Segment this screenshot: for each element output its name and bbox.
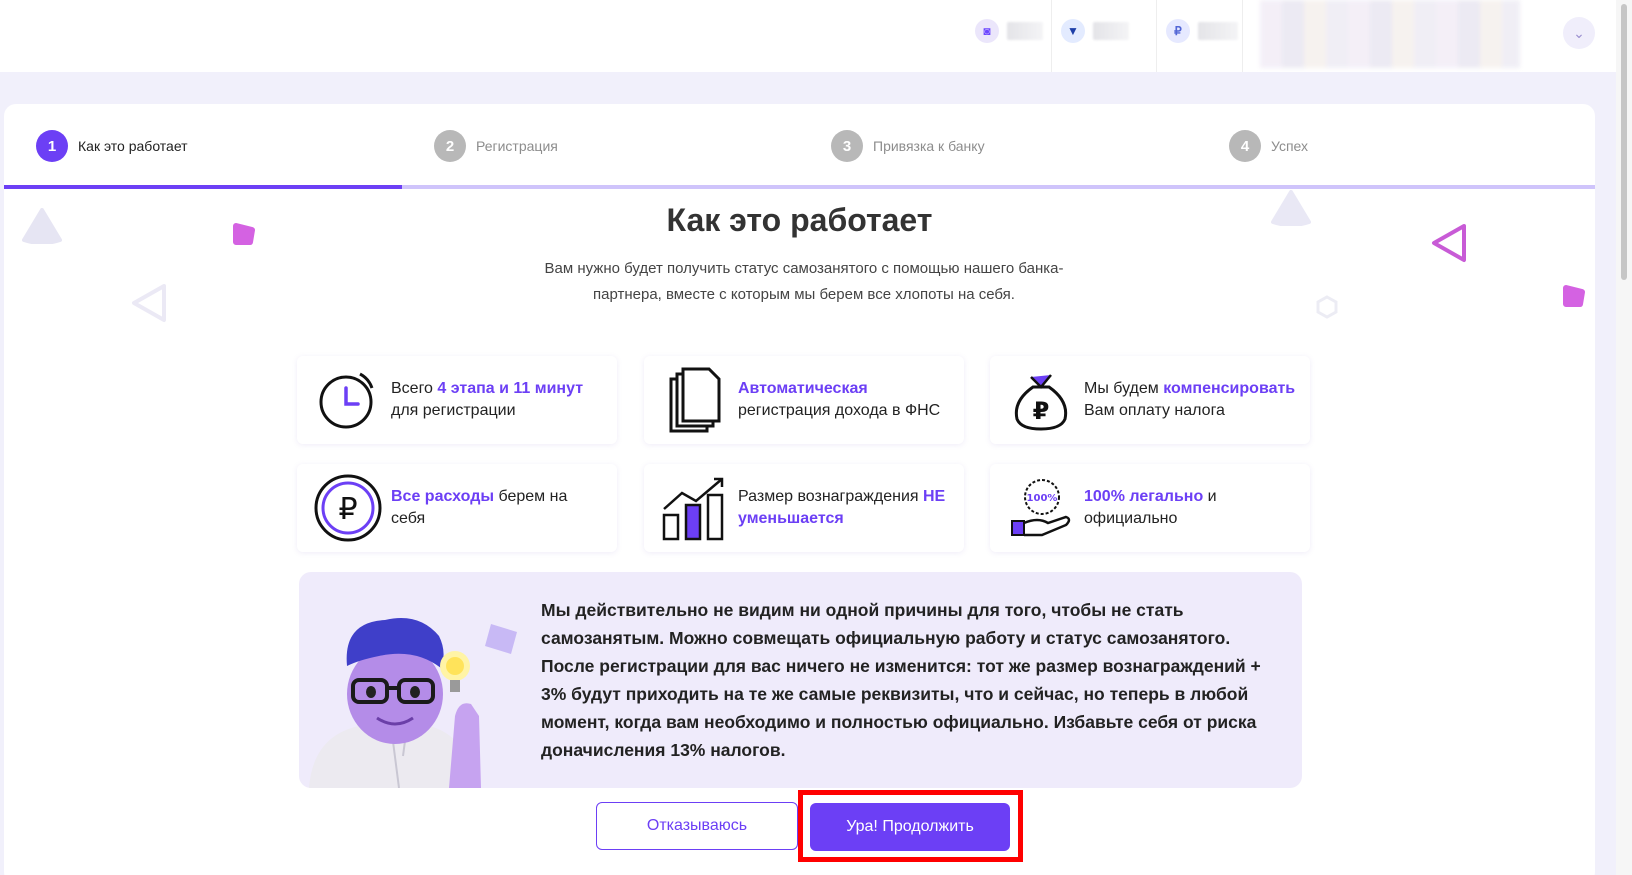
- progress-fill: [4, 185, 402, 189]
- page-subtitle: Вам нужно будет получить статус самозаня…: [544, 260, 1064, 303]
- step-4: 4 Успех: [1229, 130, 1308, 162]
- mascot-illustration: [309, 618, 517, 788]
- blurred-value: [1198, 22, 1238, 40]
- divider: [1242, 0, 1243, 72]
- decline-button[interactable]: Отказываюсь: [596, 802, 798, 850]
- step-number: 3: [831, 130, 863, 162]
- feature-text: Размер вознаграждения НЕ уменьшается: [738, 488, 946, 527]
- feature-card: Всего 4 этапа и 11 минут для регистрации: [297, 356, 617, 444]
- blurred-value: [1007, 22, 1043, 40]
- step-2: 2 Регистрация: [434, 130, 558, 162]
- divider: [1051, 0, 1052, 72]
- feature-text: Мы будем компенсировать Вам оплату налог…: [1084, 380, 1296, 419]
- hexagon-outline-decoration-icon: [1316, 295, 1338, 319]
- svg-text:100%: 100%: [1027, 493, 1058, 504]
- step-number: 4: [1229, 130, 1261, 162]
- ruble-icon: ₽: [1166, 19, 1190, 43]
- top-bar: ◙ ▼ ₽ ⌄: [0, 0, 1616, 72]
- scrollbar-thumb[interactable]: [1621, 4, 1627, 280]
- feature-text: 100% легально и официально: [1084, 488, 1217, 527]
- header-balance-2[interactable]: ▼: [1061, 18, 1129, 44]
- svg-text:₽: ₽: [338, 492, 357, 527]
- highlight-box: [798, 790, 1023, 862]
- ruble-coin-icon: ₽: [311, 473, 385, 543]
- step-1: 1 Как это работает: [36, 130, 188, 162]
- info-block: Мы действительно не видим ни одной причи…: [299, 572, 1302, 788]
- clock-icon: [311, 365, 385, 435]
- feature-text: Все расходы берем на себя: [391, 488, 568, 527]
- feature-card: ₽ Мы будем компенсировать Вам оплату нал…: [990, 356, 1310, 444]
- step-number: 2: [434, 130, 466, 162]
- user-profile-blurred[interactable]: [1260, 0, 1520, 68]
- growth-chart-icon: [658, 473, 732, 543]
- svg-text:₽: ₽: [1033, 397, 1050, 425]
- step-label: Успех: [1271, 138, 1309, 154]
- step-3: 3 Привязка к банку: [831, 130, 985, 162]
- feature-text: Автоматическая регистрация дохода в ФНС: [738, 380, 941, 419]
- feature-card: ₽ Все расходы берем на себя: [297, 464, 617, 552]
- page-title: Как это работает: [666, 202, 933, 238]
- triangle-outline-decoration-icon: [132, 284, 166, 322]
- chevron-down-icon[interactable]: ⌄: [1563, 17, 1595, 49]
- step-number: 1: [36, 130, 68, 162]
- stepper: 1 Как это работает 2 Регистрация 3 Привя…: [4, 104, 1595, 188]
- feature-card: 100% 100% легально и официально: [990, 464, 1310, 552]
- divider: [1156, 0, 1157, 72]
- shield-icon: ▼: [1061, 19, 1085, 43]
- header-balance-3[interactable]: ₽: [1166, 18, 1238, 44]
- header-balance-1[interactable]: ◙: [975, 18, 1043, 44]
- onboarding-card: 1 Как это работает 2 Регистрация 3 Привя…: [4, 104, 1595, 875]
- hand-100-percent-icon: 100%: [1004, 473, 1078, 543]
- scrollbar[interactable]: [1616, 0, 1632, 875]
- documents-icon: [658, 365, 732, 435]
- blurred-value: [1093, 22, 1129, 40]
- step-label: Как это работает: [78, 138, 188, 154]
- step-label: Привязка к банку: [873, 138, 985, 154]
- feature-card: Размер вознаграждения НЕ уменьшается: [644, 464, 964, 552]
- money-bag-icon: ₽: [1004, 365, 1078, 435]
- feature-card: Автоматическая регистрация дохода в ФНС: [644, 356, 964, 444]
- step-label: Регистрация: [476, 138, 558, 154]
- info-text: Мы действительно не видим ни одной причи…: [541, 600, 1261, 760]
- shape-decoration-icon: [1563, 285, 1585, 307]
- wallet-icon: ◙: [975, 19, 999, 43]
- feature-text: Всего 4 этапа и 11 минут для регистрации: [391, 380, 584, 419]
